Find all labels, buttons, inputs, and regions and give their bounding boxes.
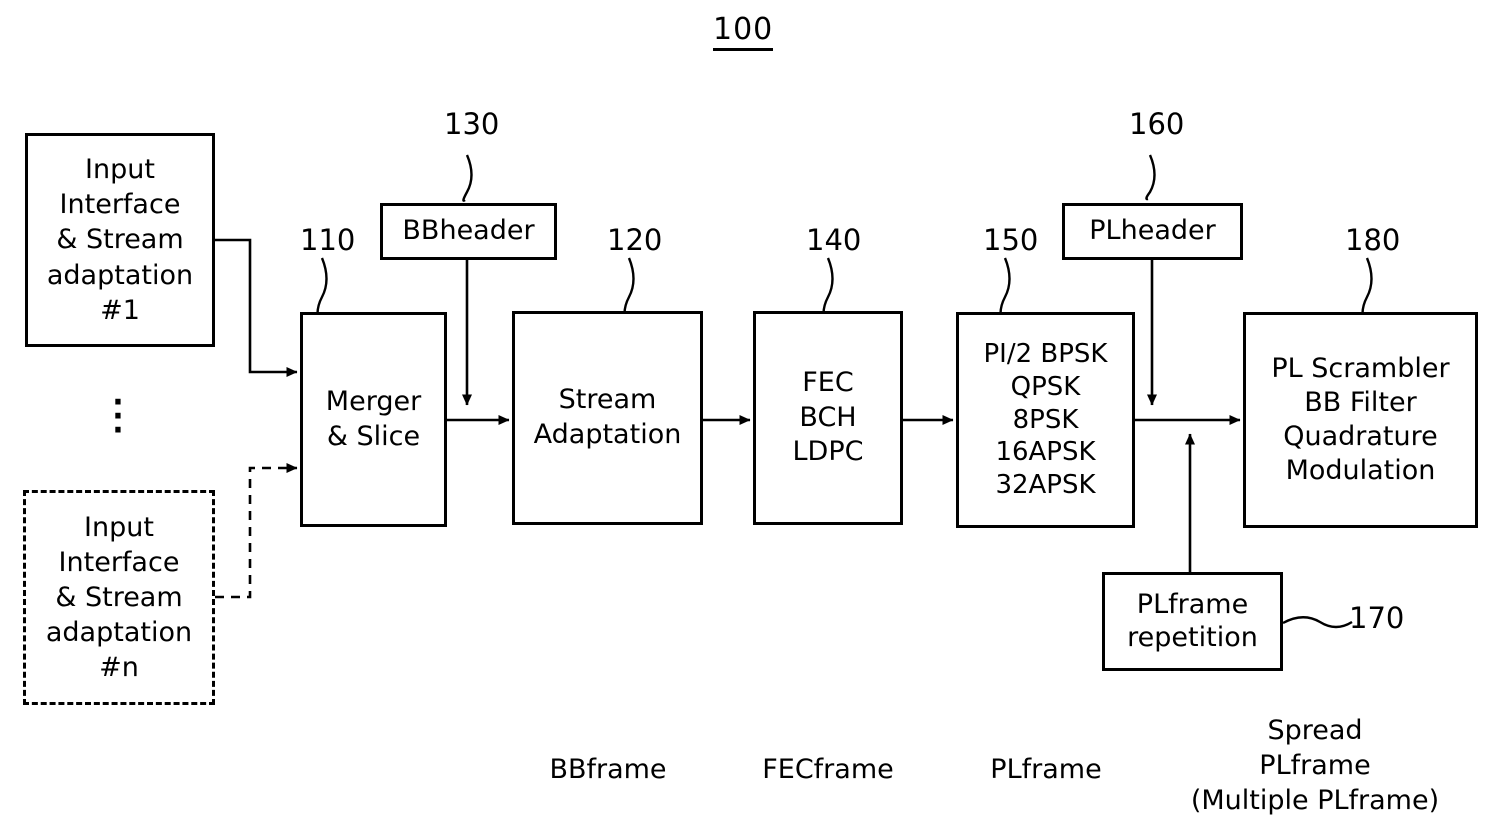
block-fec[interactable]: FEC BCH LDPC <box>753 311 903 525</box>
caption-fecframe: FECframe <box>762 754 894 785</box>
figure-canvas: 100 Input Interface & Stream adaptation … <box>0 0 1500 838</box>
block-pl-scrambler-label: PL Scrambler BB Filter Quadrature Modula… <box>1271 352 1450 487</box>
block-stream-adaptation-label: Stream Adaptation <box>533 384 682 450</box>
block-input-interface-1-label: Input Interface & Stream adaptation #1 <box>46 154 194 326</box>
ref-label-170: 170 <box>1349 601 1405 635</box>
block-bbheader-label: BBheader <box>402 215 535 247</box>
block-plframe-repetition-label: PLframe repetition <box>1127 589 1258 653</box>
block-plframe-repetition[interactable]: PLframe repetition <box>1102 572 1283 671</box>
ref-label-150: 150 <box>983 223 1039 257</box>
caption-bbframe: BBframe <box>549 754 667 785</box>
ref-label-110: 110 <box>300 223 356 257</box>
block-merger-slice-label: Merger & Slice <box>325 385 422 452</box>
block-input-interface-1[interactable]: Input Interface & Stream adaptation #1 <box>25 133 215 347</box>
block-input-interface-n-label: Input Interface & Stream adaptation #n <box>45 511 193 684</box>
figure-number: 100 <box>713 14 774 51</box>
ref-label-120: 120 <box>607 223 663 257</box>
block-bbheader[interactable]: BBheader <box>380 203 557 260</box>
block-pl-scrambler[interactable]: PL Scrambler BB Filter Quadrature Modula… <box>1243 312 1478 528</box>
block-modulation-label: PI/2 BPSK QPSK 8PSK 16APSK 32APSK <box>983 339 1108 500</box>
ref-label-130: 130 <box>444 107 500 141</box>
block-plheader-label: PLheader <box>1089 215 1216 247</box>
block-fec-label: FEC BCH LDPC <box>792 366 864 468</box>
caption-spread-plframe: Spread PLframe (Multiple PLframe) <box>1190 715 1440 817</box>
vertical-ellipsis: · · · <box>112 385 124 448</box>
ref-label-140: 140 <box>806 223 862 257</box>
block-stream-adaptation[interactable]: Stream Adaptation <box>512 311 703 525</box>
block-modulation[interactable]: PI/2 BPSK QPSK 8PSK 16APSK 32APSK <box>956 312 1135 528</box>
caption-plframe: PLframe <box>990 754 1102 785</box>
block-plheader[interactable]: PLheader <box>1062 203 1243 260</box>
ref-label-180: 180 <box>1345 223 1401 257</box>
ref-label-160: 160 <box>1129 107 1185 141</box>
block-merger-slice[interactable]: Merger & Slice <box>300 312 447 527</box>
block-input-interface-n[interactable]: Input Interface & Stream adaptation #n <box>23 490 215 705</box>
